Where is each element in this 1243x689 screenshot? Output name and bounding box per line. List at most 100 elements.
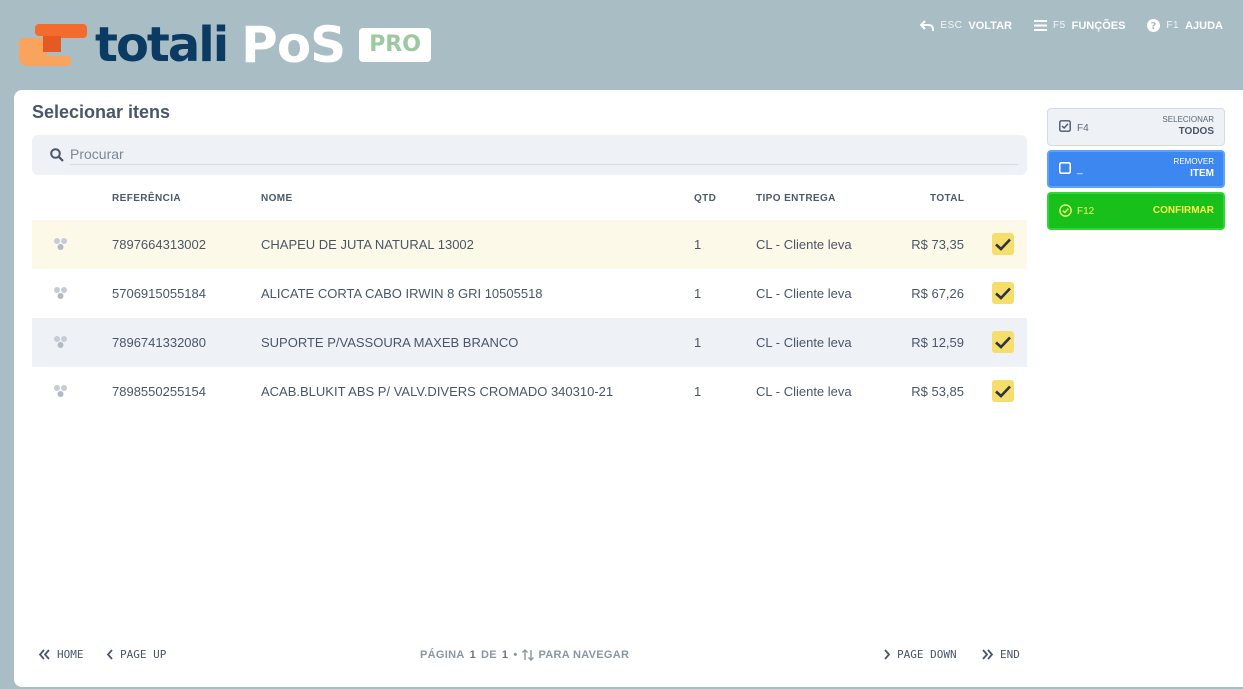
remove-item-small: REMOVER [1173, 157, 1214, 166]
page-up-label: PAGE UP [120, 648, 167, 661]
row-checkbox[interactable] [992, 331, 1014, 353]
product-dots-icon [54, 287, 67, 299]
row-reference: 7896741332080 [112, 335, 206, 350]
functions-key: F5 [1052, 20, 1066, 31]
search-bar [32, 135, 1027, 175]
select-all-big: TODOS [1178, 126, 1214, 137]
column-header-qty: QTD [694, 193, 717, 204]
end-button[interactable]: END [981, 648, 1020, 661]
table-row[interactable]: 7898550255154 ACAB.BLUKIT ABS P/ VALV.DI… [32, 367, 1027, 416]
undo-arrow-icon [920, 19, 935, 31]
checkmark-icon [995, 336, 1011, 349]
row-delivery: CL - Cliente leva [756, 384, 852, 399]
column-header-reference: REFERÊNCIA [112, 193, 182, 204]
row-name: SUPORTE P/VASSOURA MAXEB BRANCO [261, 335, 519, 350]
product-dots-icon [54, 336, 67, 348]
column-header-total: TOTAL [930, 193, 965, 204]
row-checkbox[interactable] [992, 282, 1014, 304]
row-reference: 7898550255154 [112, 384, 206, 399]
row-total: R$ 67,26 [911, 286, 964, 301]
menu-icon [1033, 20, 1047, 31]
svg-text:?: ? [1151, 21, 1157, 32]
row-delivery: CL - Cliente leva [756, 286, 852, 301]
page-up-button[interactable]: PAGE UP [106, 648, 166, 661]
checkmark-icon [995, 238, 1011, 251]
checkmark-icon [995, 385, 1011, 398]
row-total: R$ 53,85 [911, 384, 964, 399]
row-delivery: CL - Cliente leva [756, 335, 852, 350]
double-chevron-left-icon [38, 649, 50, 660]
back-key: ESC [940, 20, 963, 31]
row-checkbox[interactable] [992, 380, 1014, 402]
home-button[interactable]: HOME [38, 648, 84, 661]
help-key: F1 [1166, 20, 1180, 31]
remove-item-button[interactable]: _ REMOVER ITEM [1047, 150, 1225, 188]
remove-item-key: _ [1077, 164, 1083, 175]
brand-edition-badge: PRO [359, 28, 431, 62]
brand-product: PoS [241, 16, 346, 74]
table-row[interactable]: 7896741332080 SUPORTE P/VASSOURA MAXEB B… [32, 318, 1027, 367]
page-down-label: PAGE DOWN [897, 648, 957, 661]
row-reference: 7897664313002 [112, 237, 206, 252]
row-reference: 5706915055184 [112, 286, 206, 301]
row-delivery: CL - Cliente leva [756, 237, 852, 252]
navigate-label: PARA NAVEGAR [538, 649, 630, 661]
app-header: totali PoS PRO ESC VOLTAR F5 FUNÇÕES ? F… [0, 0, 1243, 90]
product-dots-icon [54, 238, 67, 250]
row-checkbox[interactable] [992, 233, 1014, 255]
back-label: VOLTAR [968, 19, 1012, 32]
items-table: 7897664313002 CHAPEU DE JUTA NATURAL 130… [32, 220, 1027, 416]
product-dots-icon [54, 385, 67, 397]
page-current: 1 [469, 649, 477, 661]
confirm-key: F12 [1077, 206, 1095, 217]
remove-item-big: ITEM [1190, 168, 1214, 179]
double-chevron-right-icon [982, 649, 994, 660]
brand-word: totali [95, 17, 229, 73]
up-down-arrows-icon [522, 649, 535, 661]
help-icon: ? [1147, 19, 1161, 32]
row-qty: 1 [694, 237, 702, 252]
search-icon [50, 148, 64, 162]
select-all-key: F4 [1077, 123, 1089, 134]
check-circle-icon [1059, 204, 1072, 217]
select-all-button[interactable]: F4 SELECIONAR TODOS [1047, 108, 1225, 146]
row-name: ACAB.BLUKIT ABS P/ VALV.DIVERS CROMADO 3… [261, 384, 614, 399]
page-label: PÁGINA [420, 649, 465, 661]
row-qty: 1 [694, 286, 702, 301]
confirm-button[interactable]: F12 CONFIRMAR [1047, 192, 1225, 230]
search-input[interactable] [70, 143, 1018, 165]
row-total: R$ 73,35 [911, 237, 964, 252]
top-actions: ESC VOLTAR F5 FUNÇÕES ? F1 AJUDA [920, 19, 1223, 32]
totali-pos-logo: totali PoS PRO [17, 16, 431, 74]
row-total: R$ 12,59 [911, 335, 964, 350]
chevron-right-icon [884, 649, 891, 660]
checkbox-empty-icon [1059, 162, 1071, 174]
page-of: DE [481, 649, 497, 661]
chevron-left-icon [106, 649, 113, 660]
table-row[interactable]: 5706915055184 ALICATE CORTA CABO IRWIN 8… [32, 269, 1027, 318]
table-header: REFERÊNCIA NOME QTD TIPO ENTREGA TOTAL [32, 193, 1027, 211]
row-name: CHAPEU DE JUTA NATURAL 13002 [261, 237, 474, 252]
checkbox-checked-icon [1059, 120, 1071, 132]
row-qty: 1 [694, 335, 702, 350]
functions-label: FUNÇÕES [1071, 19, 1126, 32]
column-header-name: NOME [261, 193, 293, 204]
page-title: Selecionar itens [32, 102, 171, 122]
select-all-small: SELECIONAR [1162, 115, 1214, 124]
checkmark-icon [995, 287, 1011, 300]
row-qty: 1 [694, 384, 702, 399]
table-row[interactable]: 7897664313002 CHAPEU DE JUTA NATURAL 130… [32, 220, 1027, 269]
page-down-button[interactable]: PAGE DOWN [883, 648, 957, 661]
pagination-footer: HOME PAGE UP PÁGINA 1 DE 1 • PARA NAVEGA… [32, 648, 1027, 668]
totali-logo-mark-icon [19, 24, 87, 66]
functions-button[interactable]: F5 FUNÇÕES [1033, 19, 1126, 32]
row-name: ALICATE CORTA CABO IRWIN 8 GRI 10505518 [261, 286, 543, 301]
help-button[interactable]: ? F1 AJUDA [1147, 19, 1223, 32]
end-label: END [1000, 648, 1020, 661]
page-separator: • [513, 649, 518, 661]
page-total: 1 [501, 649, 509, 661]
page-indicator: PÁGINA 1 DE 1 • PARA NAVEGAR [420, 649, 629, 661]
help-label: AJUDA [1185, 19, 1223, 32]
confirm-label: CONFIRMAR [1152, 205, 1214, 216]
back-button[interactable]: ESC VOLTAR [920, 19, 1012, 32]
